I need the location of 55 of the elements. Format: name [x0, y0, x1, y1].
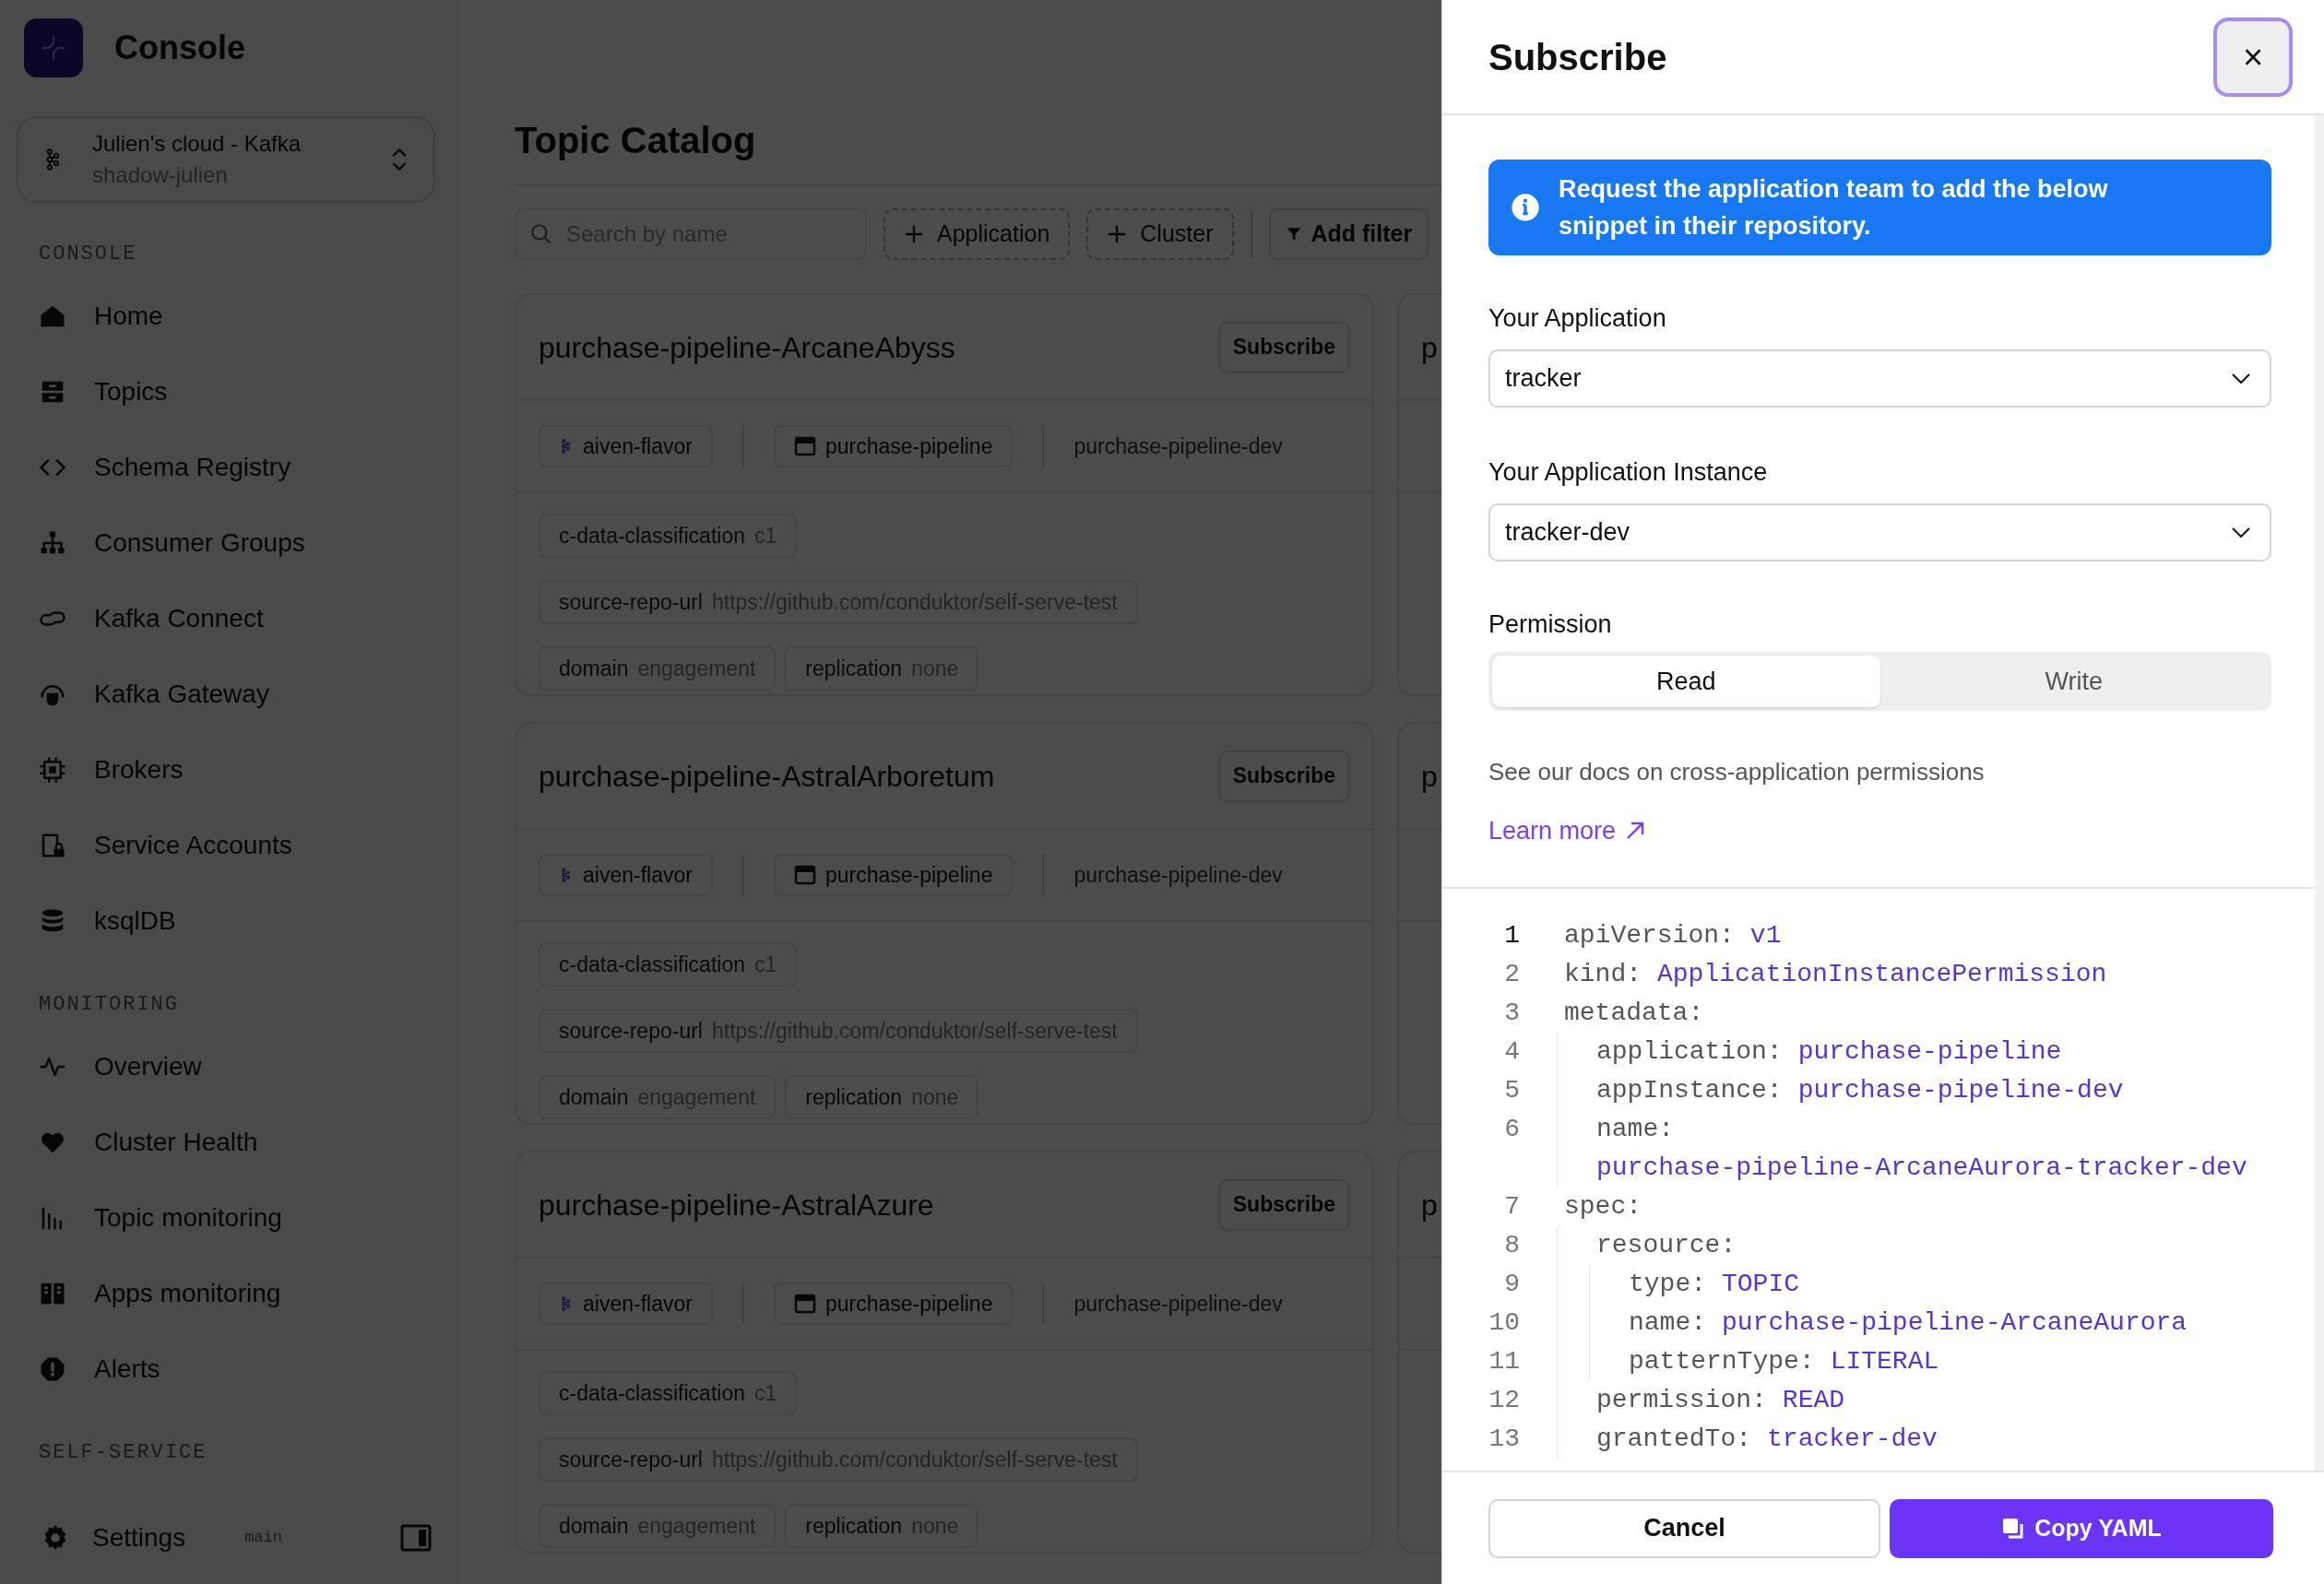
code-line: appInstance: purchase-pipeline-dev: [1595, 1074, 2125, 1106]
topic-title: p: [1421, 1187, 1438, 1223]
line-number: 10: [1488, 1306, 1520, 1339]
code-line: spec:: [1563, 1190, 1642, 1223]
code-line: patternType: LITERAL: [1628, 1345, 1940, 1377]
line-number: 13: [1488, 1423, 1520, 1455]
select-field[interactable]: tracker: [1488, 349, 2271, 408]
code-line: apiVersion: v1: [1563, 919, 1783, 952]
line-number: 9: [1503, 1268, 1520, 1300]
topic-title: p: [1421, 758, 1438, 795]
instance-name: purchase-pipeline-dev: [1073, 1290, 1283, 1318]
instance-name: purchase-pipeline-dev: [1073, 432, 1283, 460]
line-number: 12: [1488, 1384, 1520, 1416]
field-label: Your Application: [1488, 303, 1667, 334]
copy-yaml-button[interactable]: Copy YAML: [1890, 1498, 2273, 1558]
app-title: Console: [114, 28, 245, 68]
line-number: 11: [1488, 1345, 1520, 1377]
line-number: 4: [1503, 1035, 1520, 1068]
cancel-button[interactable]: Cancel: [1488, 1498, 1880, 1558]
line-number: 6: [1503, 1113, 1520, 1145]
code-line: permission: READ: [1595, 1384, 1846, 1416]
line-number: 3: [1503, 997, 1520, 1029]
topic-title: p: [1421, 329, 1438, 366]
code-line: name: purchase-pipeline-ArcaneAurora-tracker-dev: [1595, 1113, 2248, 1184]
chevron-down-icon: [2231, 526, 2251, 539]
info-icon: [1511, 193, 1540, 222]
copy-icon: [2001, 1516, 2026, 1541]
code-line: application: purchase-pipeline: [1595, 1035, 2063, 1068]
segment-tab[interactable]: Read: [1492, 656, 1880, 707]
segment-tab[interactable]: Write: [1879, 656, 2268, 707]
instance-name: purchase-pipeline-dev: [1073, 861, 1283, 889]
line-number: 5: [1503, 1074, 1520, 1106]
line-number: 2: [1503, 958, 1520, 990]
code-line: type: TOPIC: [1628, 1268, 1801, 1300]
drawer-title: Subscribe: [1488, 35, 1667, 79]
line-number: 7: [1503, 1190, 1520, 1223]
learn-more-link[interactable]: Learn more: [1488, 812, 1646, 850]
page-title: Topic Catalog: [515, 119, 757, 162]
topic-title: purchase-pipeline-AstralArboretum: [539, 758, 995, 795]
field-label: Your Application Instance: [1488, 457, 1769, 488]
select-field[interactable]: tracker-dev: [1488, 503, 2271, 561]
code-line: kind: ApplicationInstancePermission: [1563, 958, 2108, 990]
field-label: Permission: [1488, 609, 1613, 640]
dialog-backdrop[interactable]: [0, 0, 1441, 1584]
code-line: name: purchase-pipeline-ArcaneAurora: [1628, 1306, 2188, 1339]
code-line: grantedTo: tracker-dev: [1595, 1423, 1939, 1455]
code-line: metadata:: [1563, 997, 1705, 1029]
docs-text: See our docs on cross-application permissions: [1488, 757, 1986, 787]
line-number: 1: [1503, 919, 1520, 952]
chevron-down-icon: [2231, 372, 2251, 385]
topic-title: purchase-pipeline-AstralAzure: [539, 1187, 934, 1223]
line-number: 8: [1503, 1229, 1520, 1261]
code-line: resource:: [1595, 1229, 1737, 1261]
topic-title: purchase-pipeline-ArcaneAbyss: [539, 329, 955, 366]
info-text: Request the application team to add the below snippet in their repository.: [1559, 174, 2109, 242]
